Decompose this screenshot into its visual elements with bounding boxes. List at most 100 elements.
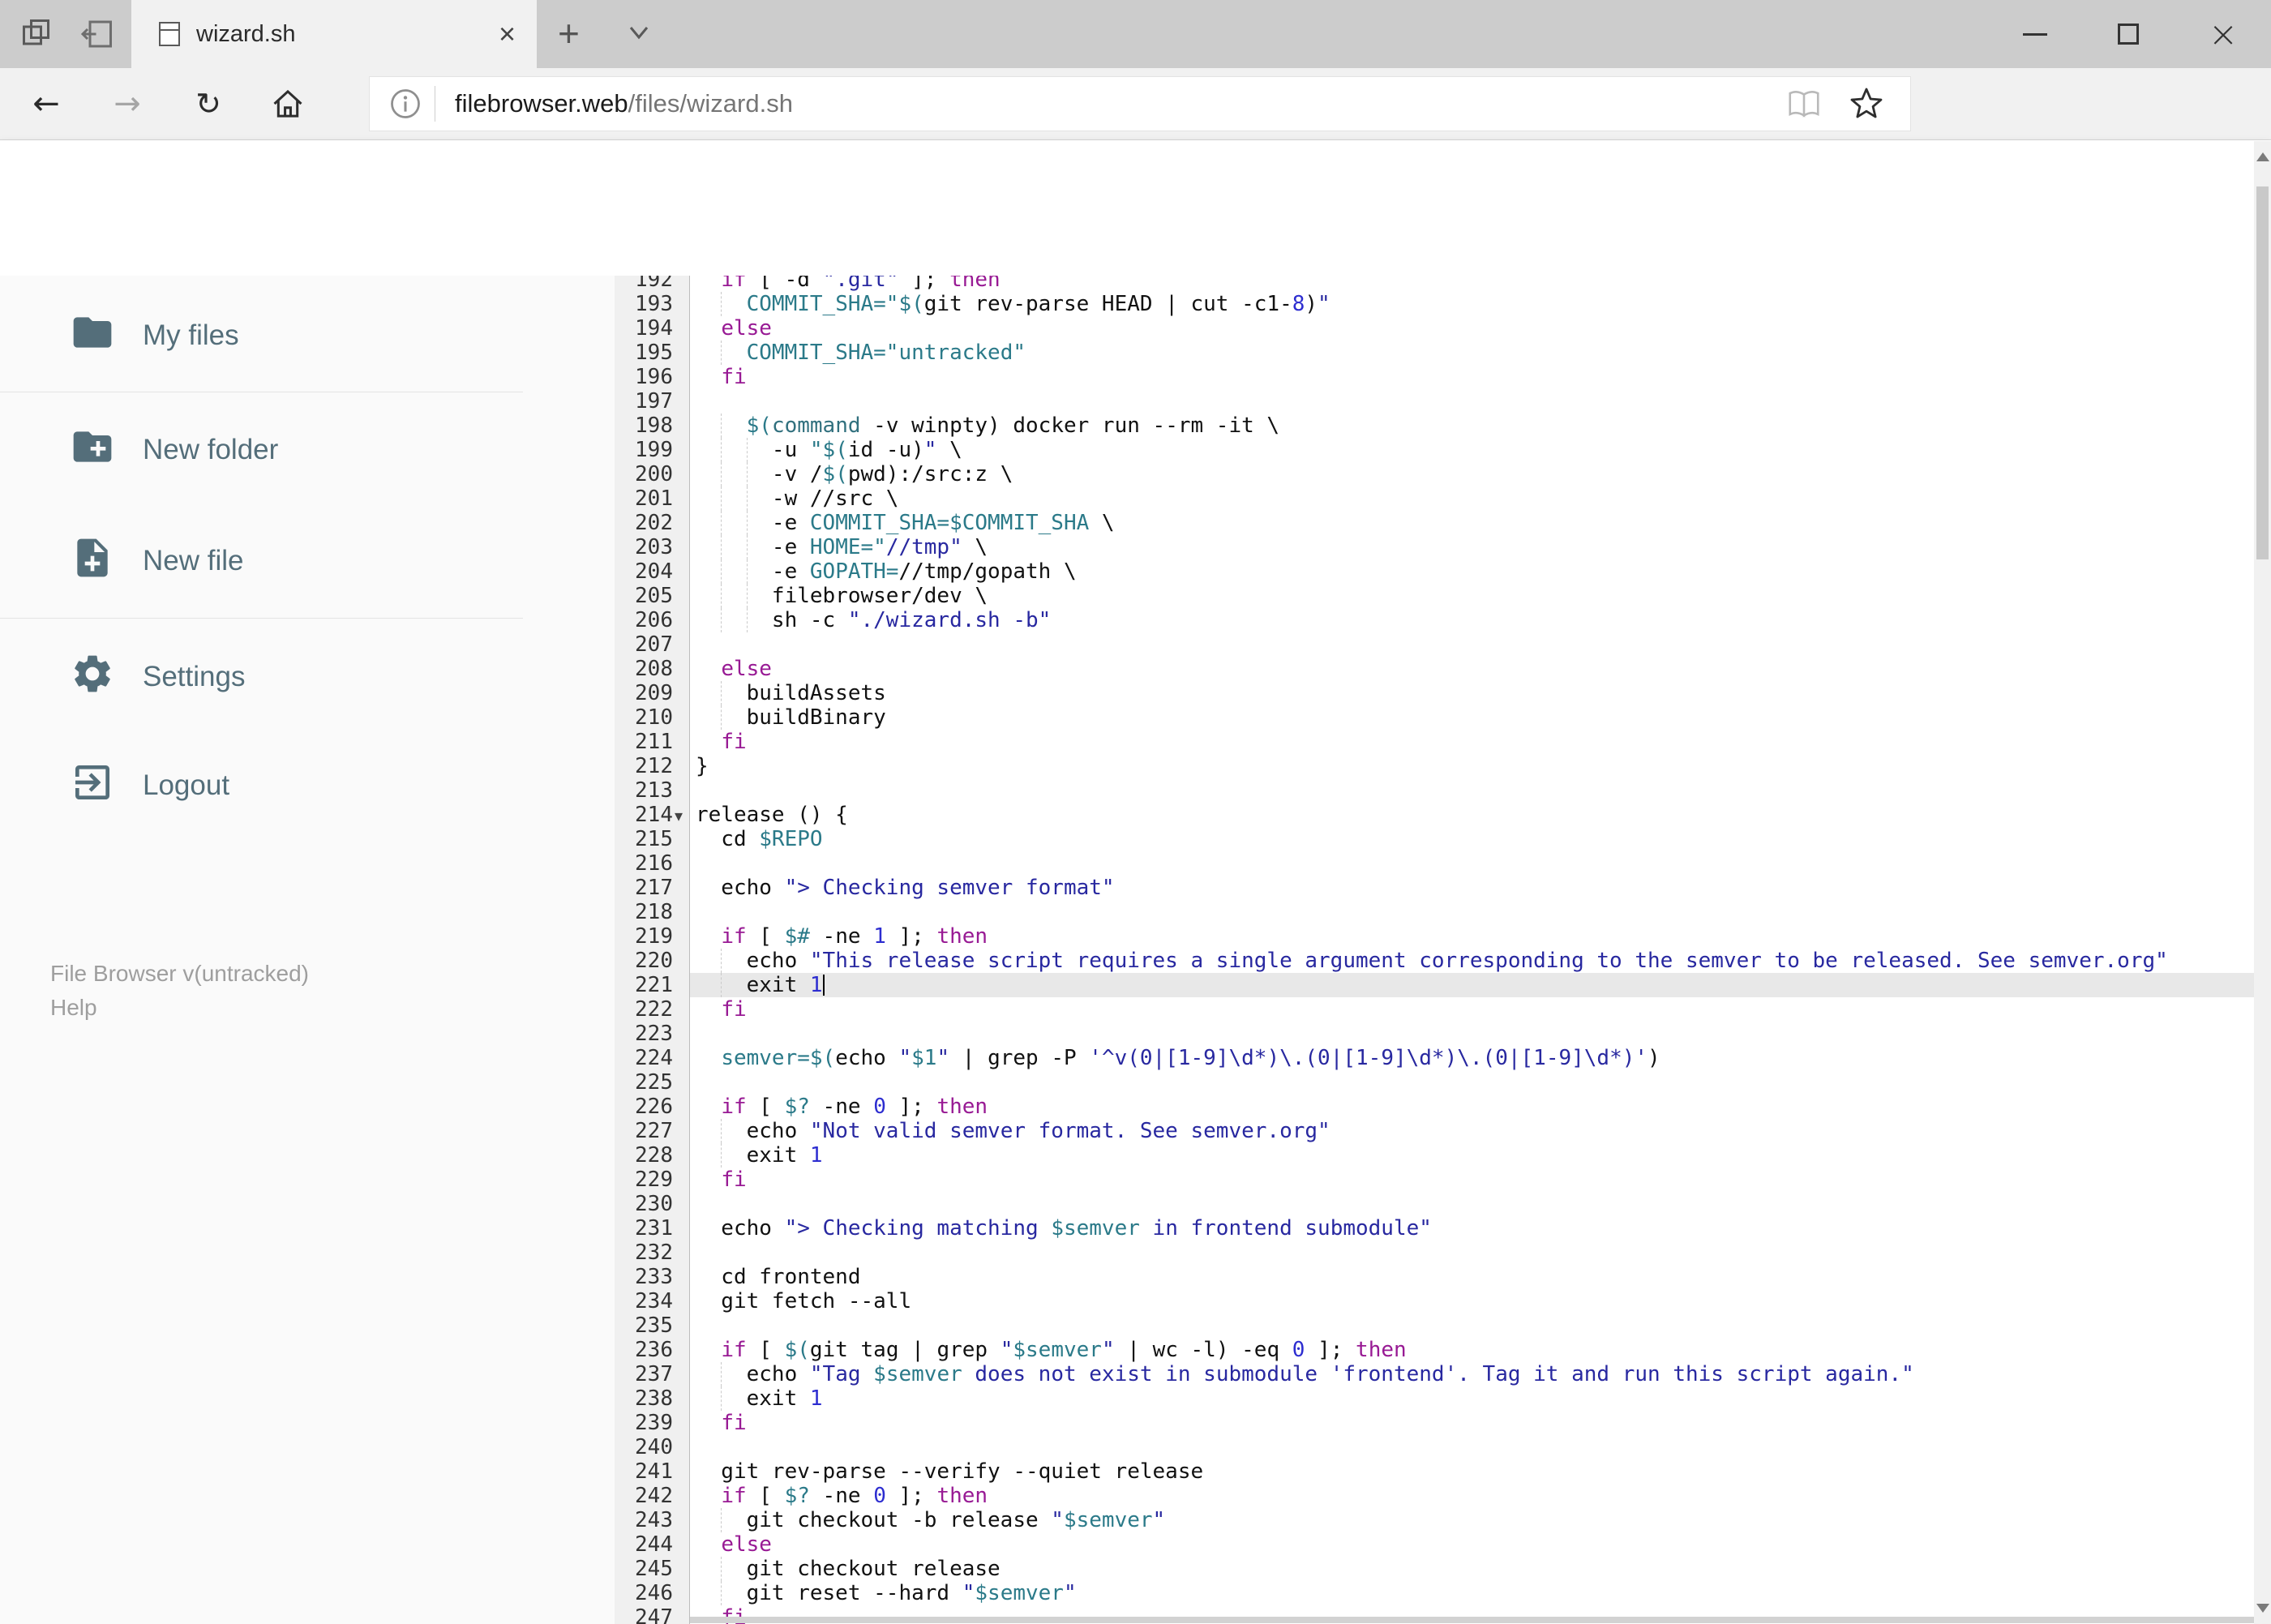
line-number: 236 <box>635 1338 673 1362</box>
code-line[interactable]: if [ -d ".git" ]; then <box>615 276 2254 292</box>
code-line[interactable] <box>615 632 2254 657</box>
code-line[interactable]: -v /$(pwd):/src:z \ <box>615 462 2254 486</box>
sidebar-item-label: New folder <box>143 434 279 465</box>
tab-close-icon[interactable]: × <box>499 19 516 49</box>
url-text[interactable]: filebrowser.web/files/wizard.sh <box>455 89 1785 118</box>
sidebar-item-settings[interactable]: Settings <box>0 636 584 718</box>
code-line[interactable] <box>615 778 2254 803</box>
restore-tabs-icon[interactable] <box>78 15 117 54</box>
code-line[interactable]: buildBinary <box>615 705 2254 730</box>
line-number: 208 <box>635 657 673 681</box>
code-line[interactable]: } <box>615 754 2254 778</box>
tab-title: wizard.sh <box>196 20 296 47</box>
code-line[interactable]: exit 1 <box>615 973 2254 997</box>
code-line[interactable]: $(command -v winpty) docker run --rm -it… <box>615 413 2254 438</box>
code-line[interactable]: sh -c "./wizard.sh -b" <box>615 608 2254 632</box>
code-line[interactable]: filebrowser/dev \ <box>615 584 2254 608</box>
code-line[interactable]: fi <box>615 365 2254 389</box>
favorite-star-icon[interactable] <box>1847 84 1886 123</box>
code-line[interactable]: -e COMMIT_SHA=$COMMIT_SHA \ <box>615 511 2254 535</box>
code-line[interactable] <box>615 1022 2254 1046</box>
line-number: 201 <box>635 486 673 511</box>
reading-view-icon[interactable] <box>1785 85 1823 122</box>
note-add-icon <box>28 535 115 588</box>
code-line[interactable]: echo "> Checking matching $semver in fro… <box>615 1216 2254 1240</box>
code-line[interactable]: echo "This release script requires a sin… <box>615 949 2254 973</box>
code-line[interactable]: fi <box>615 1168 2254 1192</box>
code-line[interactable] <box>615 1435 2254 1459</box>
code-line[interactable]: git checkout release <box>615 1557 2254 1581</box>
code-line[interactable]: else <box>615 657 2254 681</box>
line-number: 210 <box>635 705 673 730</box>
sidebar-item-logout[interactable]: Logout <box>0 745 584 826</box>
fold-marker-icon[interactable]: ▾ <box>675 808 683 824</box>
sidebar-item-new-file[interactable]: New file <box>0 521 584 602</box>
site-info-icon[interactable] <box>388 86 423 122</box>
editor-horizontal-scrollbar[interactable] <box>690 1617 2254 1623</box>
line-number: 216 <box>635 851 673 876</box>
code-line[interactable] <box>615 851 2254 876</box>
code-line[interactable]: git reset --hard "$semver" <box>615 1581 2254 1605</box>
code-line[interactable]: cd frontend <box>615 1265 2254 1289</box>
code-line[interactable]: git fetch --all <box>615 1289 2254 1313</box>
code-line[interactable]: exit 1 <box>615 1143 2254 1168</box>
code-line[interactable]: git rev-parse --verify --quiet release <box>615 1459 2254 1484</box>
code-line[interactable]: fi <box>615 730 2254 754</box>
tabs-aside-icon[interactable] <box>18 15 57 54</box>
browser-tab-active[interactable]: wizard.sh × <box>131 0 537 68</box>
code-line[interactable]: git checkout -b release "$semver" <box>615 1508 2254 1532</box>
code-line[interactable]: if [ $? -ne 0 ]; then <box>615 1095 2254 1119</box>
window-maximize-button[interactable] <box>2090 0 2166 68</box>
code-line[interactable]: -e GOPATH=//tmp/gopath \ <box>615 559 2254 584</box>
code-line[interactable]: -w //src \ <box>615 486 2254 511</box>
address-bar[interactable]: filebrowser.web/files/wizard.sh <box>369 76 1911 131</box>
code-line[interactable]: echo "Tag $semver does not exist in subm… <box>615 1362 2254 1386</box>
code-line[interactable]: semver=$(echo "$1" | grep -P '^v(0|[1-9]… <box>615 1046 2254 1070</box>
home-button[interactable] <box>259 68 316 139</box>
forward-button[interactable]: → <box>99 68 156 139</box>
code-line[interactable]: buildAssets <box>615 681 2254 705</box>
code-line[interactable] <box>615 1070 2254 1095</box>
code-line[interactable]: else <box>615 1532 2254 1557</box>
code-line[interactable]: echo "Not valid semver format. See semve… <box>615 1119 2254 1143</box>
help-link[interactable]: Help <box>50 991 309 1025</box>
sidebar-item-new-folder[interactable]: New folder <box>0 409 584 491</box>
scroll-down-arrow[interactable] <box>2256 1604 2269 1613</box>
new-tab-button[interactable]: + <box>558 11 580 55</box>
window-minimize-button[interactable] <box>1997 0 2073 68</box>
code-line[interactable]: COMMIT_SHA="$(git rev-parse HEAD | cut -… <box>615 292 2254 316</box>
code-line[interactable]: echo "> Checking semver format" <box>615 876 2254 900</box>
code-editor[interactable]: if [ -d ".git" ]; then COMMIT_SHA="$(git… <box>615 276 2254 1624</box>
tab-preview-chevron-icon[interactable] <box>623 21 655 49</box>
code-line[interactable]: if [ $(git tag | grep "$semver" | wc -l)… <box>615 1338 2254 1362</box>
line-number: 205 <box>635 584 673 608</box>
scroll-up-arrow[interactable] <box>2256 152 2269 161</box>
page-scrollbar[interactable] <box>2254 141 2271 1624</box>
code-line[interactable]: -u "$(id -u)" \ <box>615 438 2254 462</box>
sidebar-item-my-files[interactable]: My files <box>0 295 584 376</box>
code-line[interactable] <box>615 389 2254 413</box>
code-line[interactable] <box>615 1313 2254 1338</box>
code-line[interactable]: -e HOME="//tmp" \ <box>615 535 2254 559</box>
code-line[interactable]: release () { <box>615 803 2254 827</box>
code-line[interactable]: fi <box>615 997 2254 1022</box>
code-line[interactable]: if [ $? -ne 0 ]; then <box>615 1484 2254 1508</box>
line-number: 232 <box>635 1240 673 1265</box>
scrollbar-thumb[interactable] <box>2256 186 2269 559</box>
window-close-button[interactable]: × <box>2185 0 2261 68</box>
line-number: 200 <box>635 462 673 486</box>
line-number: 214 <box>635 803 673 827</box>
code-line[interactable] <box>615 1192 2254 1216</box>
refresh-button[interactable]: ↻ <box>180 68 237 139</box>
code-line[interactable]: fi <box>615 1411 2254 1435</box>
code-line[interactable]: else <box>615 316 2254 341</box>
code-line[interactable]: exit 1 <box>615 1386 2254 1411</box>
code-line[interactable] <box>615 1240 2254 1265</box>
code-line[interactable]: if [ $# -ne 1 ]; then <box>615 924 2254 949</box>
back-button[interactable]: ← <box>18 68 75 139</box>
code-line[interactable] <box>615 900 2254 924</box>
settings-icon <box>28 651 115 704</box>
code-line[interactable]: cd $REPO <box>615 827 2254 851</box>
sidebar-item-label: New file <box>143 545 244 576</box>
code-line[interactable]: COMMIT_SHA="untracked" <box>615 341 2254 365</box>
